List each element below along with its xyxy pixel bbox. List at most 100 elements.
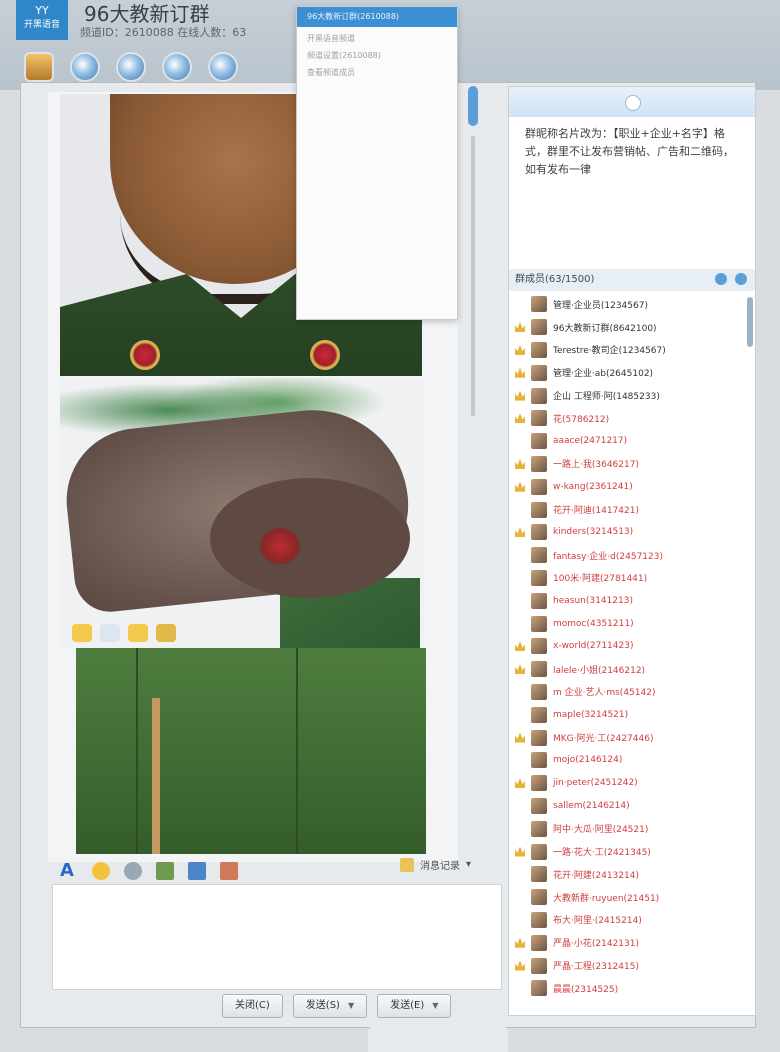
- avatar[interactable]: [531, 889, 547, 906]
- avatar[interactable]: [531, 980, 547, 997]
- member-item[interactable]: 花开·阿迪(1417421): [509, 498, 755, 521]
- avatar[interactable]: [531, 547, 547, 564]
- member-item[interactable]: 企山 工程师·阿(1485233): [509, 384, 755, 407]
- dropdown-option[interactable]: 频道设置(2610088): [297, 44, 457, 61]
- avatar[interactable]: [531, 843, 547, 860]
- avatar[interactable]: [531, 364, 547, 381]
- chat-image-uniform[interactable]: [76, 648, 426, 854]
- emoji-icon[interactable]: [92, 862, 110, 880]
- avatar[interactable]: [531, 775, 547, 792]
- member-item[interactable]: 晨晨(2314525): [509, 977, 755, 1000]
- avatar[interactable]: [531, 957, 547, 974]
- dropdown-selected[interactable]: 96大教新订群(2610088): [297, 7, 457, 27]
- avatar[interactable]: [531, 752, 547, 769]
- member-item[interactable]: maple(3214521): [509, 703, 755, 726]
- member-item[interactable]: x-world(2711423): [509, 635, 755, 658]
- avatar[interactable]: [531, 592, 547, 609]
- member-item[interactable]: kinders(3214513): [509, 521, 755, 544]
- avatar[interactable]: [531, 797, 547, 814]
- member-item[interactable]: 严晶·小花(2142131): [509, 931, 755, 954]
- chevron-down-icon[interactable]: ▼: [432, 995, 438, 1017]
- chevron-down-icon[interactable]: ▼: [348, 995, 354, 1017]
- member-item[interactable]: jin·peter(2451242): [509, 772, 755, 795]
- member-item[interactable]: fantasy·企业·d(2457123): [509, 544, 755, 567]
- scroll-track[interactable]: [471, 136, 475, 416]
- message-history-button[interactable]: 消息记录 ▾: [400, 857, 471, 872]
- member-list-header: 群成员(63/1500): [509, 269, 755, 291]
- member-item[interactable]: 阿中·大瓜·阿里(24521): [509, 817, 755, 840]
- send-button[interactable]: 发送(S) ▼: [292, 994, 368, 1018]
- taskbar-tab[interactable]: [368, 1026, 508, 1052]
- dropdown-option[interactable]: 查看频道成员: [297, 61, 457, 78]
- member-item[interactable]: w-kang(2361241): [509, 475, 755, 498]
- member-item[interactable]: MKG·阿光·工(2427446): [509, 726, 755, 749]
- member-item[interactable]: mojo(2146124): [509, 749, 755, 772]
- member-name: MKG·阿光·工(2427446): [553, 734, 654, 745]
- avatar[interactable]: [531, 524, 547, 541]
- avatar[interactable]: [531, 661, 547, 678]
- crown-icon: [515, 960, 525, 971]
- avatar[interactable]: [531, 866, 547, 883]
- member-item[interactable]: 100米·阿建(2781441): [509, 567, 755, 590]
- avatar[interactable]: [531, 433, 547, 450]
- member-name: aaace(2471217): [553, 436, 628, 447]
- message-input[interactable]: [52, 884, 502, 990]
- image-icon[interactable]: [156, 862, 174, 880]
- avatar[interactable]: [531, 319, 547, 336]
- member-item[interactable]: 管理·企业员(1234567): [509, 293, 755, 316]
- avatar[interactable]: [531, 706, 547, 723]
- chat-scrollbar[interactable]: [468, 86, 478, 766]
- avatar[interactable]: [531, 820, 547, 837]
- folder-icon[interactable]: [26, 54, 52, 80]
- chevron-down-icon: ▾: [466, 859, 472, 870]
- font-icon[interactable]: A: [60, 862, 78, 880]
- member-item[interactable]: Terestre·教司企(1234567): [509, 339, 755, 362]
- member-item[interactable]: aaace(2471217): [509, 430, 755, 453]
- avatar[interactable]: [531, 341, 547, 358]
- screenshot-icon[interactable]: [188, 862, 206, 880]
- member-item[interactable]: 一路上·我(3646217): [509, 453, 755, 476]
- avatar[interactable]: [531, 615, 547, 632]
- avatar[interactable]: [531, 455, 547, 472]
- user-icon[interactable]: [164, 54, 190, 80]
- member-item[interactable]: 一路·花大·工(2421345): [509, 840, 755, 863]
- member-item[interactable]: lalele·小姐(2146212): [509, 658, 755, 681]
- avatar[interactable]: [531, 569, 547, 586]
- avatar[interactable]: [531, 683, 547, 700]
- dropdown-option[interactable]: 开黑语音频道: [297, 27, 457, 44]
- member-item[interactable]: 管理·企业·ab(2645102): [509, 361, 755, 384]
- avatar[interactable]: [531, 911, 547, 928]
- member-item[interactable]: 花(5786212): [509, 407, 755, 430]
- avatar[interactable]: [531, 296, 547, 313]
- share-icon[interactable]: [72, 54, 98, 80]
- avatar[interactable]: [531, 478, 547, 495]
- member-item[interactable]: 大教新群·ruyuen(21451): [509, 886, 755, 909]
- record-icon[interactable]: [118, 54, 144, 80]
- gear-icon[interactable]: [124, 862, 142, 880]
- member-item[interactable]: 布大·阿里·(2415214): [509, 909, 755, 932]
- more-icon[interactable]: [220, 862, 238, 880]
- chat-image-boot[interactable]: [60, 378, 424, 648]
- scroll-thumb[interactable]: [468, 86, 478, 126]
- avatar[interactable]: [531, 387, 547, 404]
- close-button[interactable]: 关闭(C): [222, 994, 283, 1018]
- settings-icon[interactable]: [210, 54, 236, 80]
- avatar[interactable]: [531, 410, 547, 427]
- member-item[interactable]: heasun(3141213): [509, 589, 755, 612]
- member-item[interactable]: 严晶·工程(2312415): [509, 954, 755, 977]
- arrow-icon[interactable]: [715, 273, 727, 285]
- channel-dropdown[interactable]: 96大教新订群(2610088) 开黑语音频道 频道设置(2610088) 查看…: [296, 6, 458, 320]
- member-item[interactable]: 花开·阿建(2413214): [509, 863, 755, 886]
- avatar[interactable]: [531, 729, 547, 746]
- member-item[interactable]: momoc(4351211): [509, 612, 755, 635]
- member-item[interactable]: sallem(2146214): [509, 795, 755, 818]
- crown-icon: [515, 664, 525, 675]
- member-item[interactable]: 96大教新订群(8642100): [509, 316, 755, 339]
- search-icon[interactable]: [735, 273, 747, 285]
- avatar[interactable]: [531, 934, 547, 951]
- avatar[interactable]: [531, 501, 547, 518]
- avatar[interactable]: [531, 638, 547, 655]
- member-scrollbar[interactable]: [747, 297, 753, 347]
- member-item[interactable]: m 企业·艺人·ms(45142): [509, 681, 755, 704]
- send-mode-button[interactable]: 发送(E) ▼: [377, 994, 452, 1018]
